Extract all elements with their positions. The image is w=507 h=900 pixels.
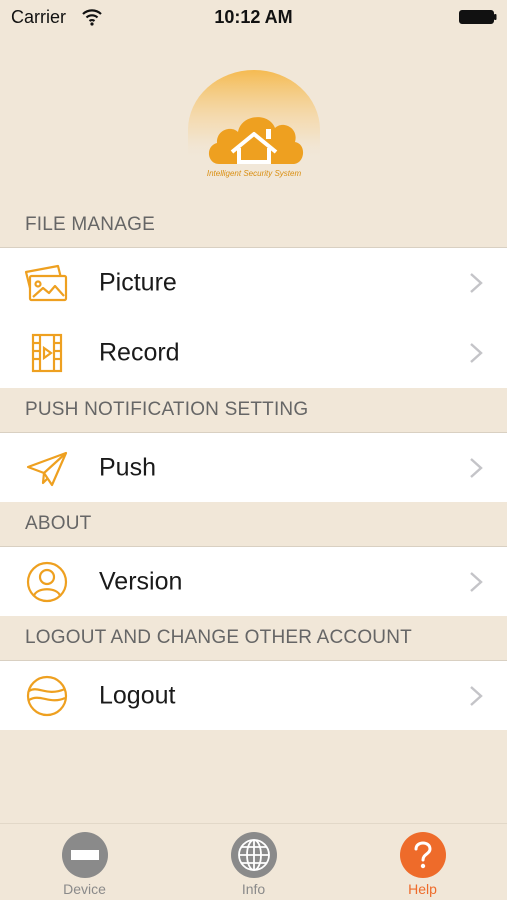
picture-icon xyxy=(24,264,68,302)
film-icon xyxy=(31,333,63,373)
tab-info[interactable]: Info xyxy=(169,824,338,900)
question-icon xyxy=(400,832,446,878)
globe-icon xyxy=(231,832,277,878)
tab-device[interactable]: Device xyxy=(0,824,169,900)
tab-label: Device xyxy=(63,881,106,897)
tab-label: Info xyxy=(241,881,266,897)
section-header-about: ABOUT xyxy=(0,502,507,546)
section-header-logout: LOGOUT AND CHANGE OTHER ACCOUNT xyxy=(0,616,507,660)
logout-group: Logout xyxy=(0,660,507,730)
menu-item-label: Version xyxy=(99,567,183,596)
user-icon xyxy=(26,561,68,603)
menu-item-label: Push xyxy=(99,453,156,482)
chevron-right-icon xyxy=(470,572,483,592)
paper-plane-icon xyxy=(26,451,68,487)
logo-tagline: Intelligent Security System xyxy=(206,169,302,178)
chevron-right-icon xyxy=(470,458,483,478)
menu-item-label: Picture xyxy=(99,268,177,297)
logout-globe-icon xyxy=(26,675,68,717)
battery-icon xyxy=(459,10,497,24)
chevron-right-icon xyxy=(470,273,483,293)
menu-item-push[interactable]: Push xyxy=(0,433,507,503)
about-group: Version xyxy=(0,546,507,616)
device-icon xyxy=(62,832,108,878)
menu-item-logout[interactable]: Logout xyxy=(0,661,507,731)
menu-item-picture[interactable]: Picture xyxy=(0,248,507,318)
chevron-right-icon xyxy=(470,686,483,706)
tab-label: Help xyxy=(408,881,437,897)
status-time: 10:12 AM xyxy=(214,7,293,27)
section-header-push-notification: PUSH NOTIFICATION SETTING xyxy=(0,388,507,432)
push-group: Push xyxy=(0,432,507,502)
menu-item-label: Logout xyxy=(99,681,176,710)
status-bar: Carrier 10:12 AM xyxy=(0,0,507,36)
tab-bar: Device Info Help xyxy=(0,823,507,900)
file-manage-group: Picture Record xyxy=(0,247,507,388)
menu-item-record[interactable]: Record xyxy=(0,318,507,388)
tab-help[interactable]: Help xyxy=(338,824,507,900)
menu-item-label: Record xyxy=(99,338,180,367)
menu-item-version[interactable]: Version xyxy=(0,547,507,617)
chevron-right-icon xyxy=(470,343,483,363)
section-header-file-manage: FILE MANAGE xyxy=(0,203,507,247)
